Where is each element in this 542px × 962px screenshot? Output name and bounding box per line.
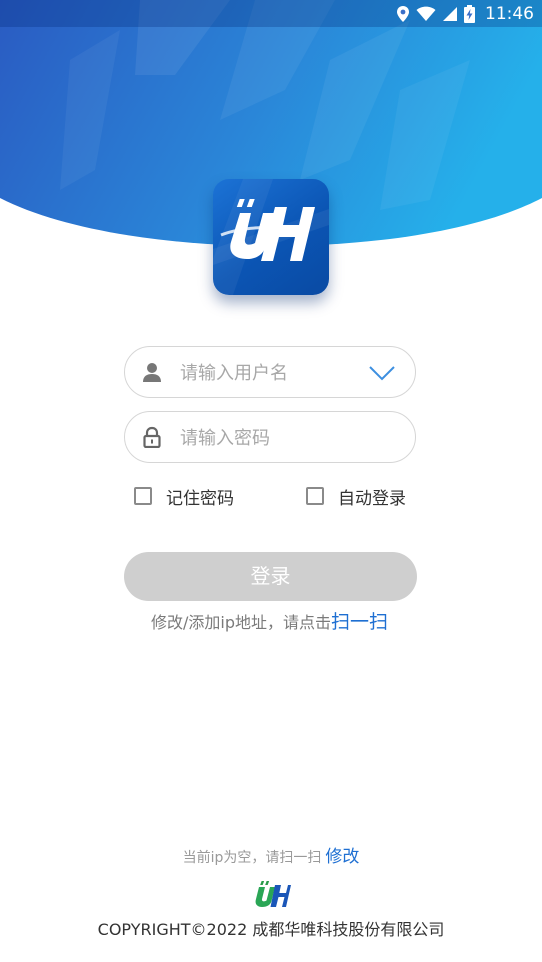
wifi-icon — [416, 6, 436, 21]
remember-password-label: 记住密码 — [166, 488, 234, 509]
status-time: 11:46 — [485, 3, 534, 24]
login-button[interactable]: 登录 — [124, 552, 417, 601]
lock-icon — [143, 426, 161, 448]
ip-status-text: 当前ip为空，请扫一扫 — [182, 850, 322, 866]
company-logo-icon — [255, 881, 291, 907]
uh-logo-icon — [213, 179, 329, 295]
ip-hint: 修改/添加ip地址，请点击扫一扫 — [151, 607, 388, 633]
signal-icon — [443, 6, 457, 21]
modify-link[interactable]: 修改 — [325, 847, 359, 867]
location-icon — [397, 5, 409, 22]
auto-login-checkbox[interactable] — [306, 487, 324, 505]
password-field[interactable] — [124, 411, 416, 463]
username-input[interactable] — [180, 359, 360, 387]
auto-login-option[interactable]: 自动登录 — [306, 483, 406, 509]
ip-hint-text: 修改/添加ip地址，请点击 — [151, 613, 331, 632]
scan-link[interactable]: 扫一扫 — [331, 611, 388, 633]
copyright-text: COPYRIGHT©2022 成都华唯科技股份有限公司 — [97, 920, 445, 939]
ip-status: 当前ip为空，请扫一扫 修改 — [0, 842, 542, 867]
auto-login-label: 自动登录 — [338, 488, 406, 509]
chevron-down-icon[interactable] — [369, 365, 395, 381]
username-field[interactable] — [124, 346, 416, 398]
login-screen: 11:46 请输入用户名 记住密码 自动登录 登录 修改/添加ip地址，请点击扫… — [0, 0, 542, 962]
password-input[interactable] — [180, 424, 360, 452]
user-icon — [143, 363, 161, 382]
app-logo — [213, 179, 329, 295]
battery-charging-icon — [464, 4, 475, 23]
status-bar: 11:46 — [0, 0, 542, 27]
remember-password-option[interactable]: 记住密码 — [134, 483, 234, 509]
remember-password-checkbox[interactable] — [134, 487, 152, 505]
